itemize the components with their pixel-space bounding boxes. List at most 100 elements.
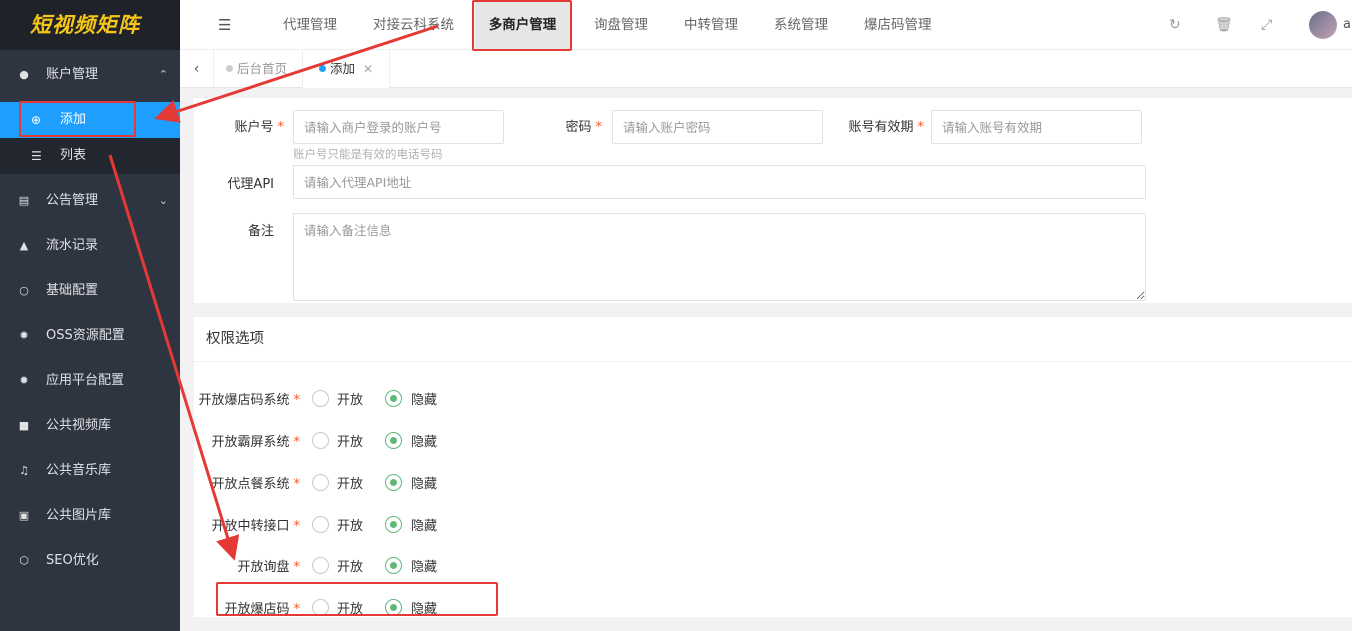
tab-home[interactable]: 后台首页 [226, 50, 287, 88]
sidebar-item-label: 基础配置 [46, 283, 99, 298]
music-icon: ♫ [19, 464, 29, 477]
tab-dot [319, 65, 326, 72]
permission-label: 开放中转接口 * [211, 519, 300, 534]
sidebar-item-add[interactable]: ⊕ 添加 [0, 102, 180, 138]
nav-qrcode-management[interactable]: 爆店码管理 [864, 0, 932, 50]
sidebar-item-seo[interactable]: ⬡ SEO优化 [0, 538, 180, 583]
password-label: 密码 * [565, 120, 602, 135]
sidebar-item-list[interactable]: ☰ 列表 [0, 138, 180, 174]
permission-label: 开放爆店码系统 * [198, 393, 300, 408]
nav-multi-merchant[interactable]: 多商户管理 [475, 0, 570, 50]
sidebar-group-label: 公告管理 [46, 193, 99, 208]
gear-icon: ✹ [19, 329, 29, 342]
sidebar-item-label: 公共视频库 [46, 418, 112, 433]
sidebar-item-label: SEO优化 [46, 553, 99, 568]
area-chart-icon: ▲ [19, 239, 29, 252]
account-input[interactable] [293, 110, 504, 144]
radio-open-label[interactable]: 开放 [337, 598, 363, 617]
menu-toggle-icon[interactable]: ☰ [218, 0, 231, 50]
sidebar-item-platform-config[interactable]: ✹ 应用平台配置 [0, 358, 180, 403]
user-icon: ● [19, 68, 29, 81]
radio-open-label[interactable]: 开放 [337, 473, 363, 492]
radio-hide-label[interactable]: 隐藏 [411, 556, 437, 575]
permission-label: 开放霸屏系统 * [211, 435, 300, 450]
nav-system-management[interactable]: 系统管理 [774, 0, 828, 50]
sidebar-item-image-library[interactable]: ▣ 公共图片库 [0, 493, 180, 538]
avatar[interactable] [1309, 11, 1337, 39]
chevron-up-icon: ⌃ [158, 68, 168, 81]
radio-hide-label[interactable]: 隐藏 [411, 389, 437, 408]
sidebar-item-music-library[interactable]: ♫ 公共音乐库 [0, 448, 180, 493]
sidebar: ● 账户管理 ⌃ ⊕ 添加 ☰ 列表 ▤ 公告管理 ⌄ ▲ 流水记录 ○ 基础配… [0, 50, 180, 631]
nav-relay-management[interactable]: 中转管理 [684, 0, 738, 50]
refresh-icon[interactable]: ↻ [1169, 0, 1181, 50]
plus-circle-icon: ⊕ [31, 113, 42, 127]
username[interactable]: a [1343, 0, 1351, 50]
sidebar-item-records[interactable]: ▲ 流水记录 [0, 223, 180, 268]
sidebar-group-label: 账户管理 [46, 67, 99, 82]
image-icon: ▣ [18, 509, 30, 522]
account-hint: 账户号只能是有效的电话号码 [293, 147, 443, 161]
radio-hide-label[interactable]: 隐藏 [411, 598, 437, 617]
sidebar-item-video-library[interactable]: ■ 公共视频库 [0, 403, 180, 448]
api-label: 代理API [227, 177, 274, 192]
permission-label: 开放爆店码 * [224, 602, 300, 617]
radio-hide[interactable] [385, 432, 402, 449]
radio-open[interactable] [312, 432, 329, 449]
radio-open[interactable] [312, 390, 329, 407]
radio-open-label[interactable]: 开放 [337, 389, 363, 408]
sidebar-group-account[interactable]: ● 账户管理 ⌃ [0, 52, 180, 97]
permission-label: 开放询盘 * [237, 560, 300, 575]
sidebar-item-oss-config[interactable]: ✹ OSS资源配置 [0, 313, 180, 358]
nav-inquiry-management[interactable]: 询盘管理 [594, 0, 648, 50]
video-icon: ■ [18, 419, 30, 432]
cc-icon: ○ [19, 284, 29, 297]
permissions-title: 权限选项 [206, 331, 264, 347]
permission-label: 开放点餐系统 * [211, 477, 300, 492]
account-label: 账户号 * [234, 120, 284, 135]
divider [194, 361, 1352, 362]
tab-add[interactable]: 添加 ✕ [302, 50, 391, 88]
sidebar-item-label: 公共音乐库 [46, 463, 112, 478]
radio-open[interactable] [312, 557, 329, 574]
radio-open-label[interactable]: 开放 [337, 515, 363, 534]
radio-hide[interactable] [385, 390, 402, 407]
radio-open[interactable] [312, 474, 329, 491]
api-input[interactable] [293, 165, 1146, 199]
close-icon[interactable]: ✕ [363, 62, 373, 76]
sidebar-item-label: 列表 [60, 148, 87, 163]
nav-agent-management[interactable]: 代理管理 [283, 0, 337, 50]
radio-hide-label[interactable]: 隐藏 [411, 473, 437, 492]
tab-bar: ‹ 后台首页 添加 ✕ [180, 50, 1352, 88]
sidebar-item-label: 应用平台配置 [46, 373, 125, 388]
radio-hide-label[interactable]: 隐藏 [411, 515, 437, 534]
tab-label: 后台首页 [237, 61, 288, 76]
sidebar-group-notice[interactable]: ▤ 公告管理 ⌄ [0, 178, 180, 223]
nav-yunke-system[interactable]: 对接云科系统 [373, 0, 454, 50]
radio-hide[interactable] [385, 474, 402, 491]
radio-open-label[interactable]: 开放 [337, 431, 363, 450]
remark-textarea[interactable] [293, 213, 1146, 301]
radio-open[interactable] [312, 599, 329, 616]
sidebar-item-label: 添加 [60, 112, 87, 127]
tab-dot [226, 65, 233, 72]
gear-icon: ✹ [19, 374, 29, 387]
radio-hide[interactable] [385, 599, 402, 616]
sidebar-item-basic-config[interactable]: ○ 基础配置 [0, 268, 180, 313]
radio-hide[interactable] [385, 516, 402, 533]
sidebar-item-label: 流水记录 [46, 238, 99, 253]
expiry-input[interactable] [931, 110, 1142, 144]
chevron-down-icon: ⌄ [158, 194, 168, 207]
radio-open[interactable] [312, 516, 329, 533]
password-input[interactable] [612, 110, 823, 144]
merchant-form-card: 账户号* 账户号只能是有效的电话号码 密码* 账号有效期* 代理API 备注 [194, 98, 1352, 303]
radio-open-label[interactable]: 开放 [337, 556, 363, 575]
top-header: ☰ 代理管理 对接云科系统 多商户管理 询盘管理 中转管理 系统管理 爆店码管理… [180, 0, 1352, 50]
radio-hide-label[interactable]: 隐藏 [411, 431, 437, 450]
fullscreen-icon[interactable]: ⤢ [1261, 0, 1272, 50]
sidebar-item-label: OSS资源配置 [46, 328, 125, 343]
radio-hide[interactable] [385, 557, 402, 574]
chevron-left-icon[interactable]: ‹ [180, 50, 214, 88]
list-icon: ☰ [31, 149, 42, 163]
trash-icon[interactable]: 🗑 [1215, 0, 1233, 50]
